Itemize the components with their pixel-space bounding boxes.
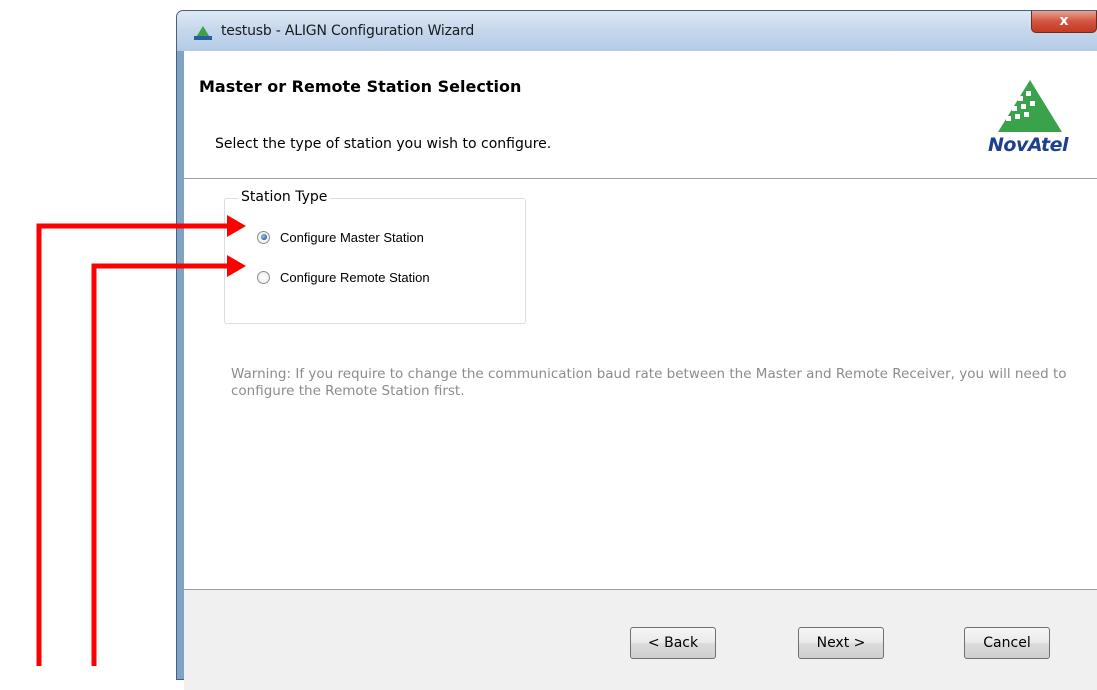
logo-mark-icon — [998, 80, 1062, 132]
back-button[interactable]: < Back — [630, 627, 716, 659]
warning-text: Warning: If you require to change the co… — [231, 366, 1067, 399]
button-bar: < Back Next > Cancel — [184, 589, 1097, 690]
window-title: testusb - ALIGN Configuration Wizard — [221, 23, 475, 39]
radio-label-remote: Configure Remote Station — [280, 269, 430, 285]
radio-icon[interactable] — [257, 230, 270, 244]
wizard-header: Master or Remote Station Selection Selec… — [184, 51, 1097, 179]
title-bar[interactable]: testusb - ALIGN Configuration Wizard x — [177, 11, 1097, 51]
station-type-group: Station Type Configure Master Station Co… — [224, 189, 526, 324]
novatel-logo: NovAtel — [978, 74, 1078, 156]
group-legend: Station Type — [238, 189, 331, 205]
logo-text: NovAtel — [988, 134, 1069, 156]
close-icon[interactable]: x — [1031, 11, 1097, 33]
next-button[interactable]: Next > — [798, 627, 884, 659]
radio-master-station[interactable]: Configure Master Station — [257, 227, 424, 247]
radio-icon[interactable] — [257, 270, 270, 284]
radio-remote-station[interactable]: Configure Remote Station — [257, 267, 430, 287]
app-icon — [194, 26, 212, 40]
wizard-window: testusb - ALIGN Configuration Wizard x M… — [176, 10, 1097, 690]
wizard-client-area: Master or Remote Station Selection Selec… — [184, 51, 1097, 690]
page-subtitle: Select the type of station you wish to c… — [215, 136, 552, 152]
cancel-button[interactable]: Cancel — [964, 627, 1050, 659]
radio-label-master: Configure Master Station — [280, 229, 424, 245]
page-title: Master or Remote Station Selection — [199, 77, 522, 96]
